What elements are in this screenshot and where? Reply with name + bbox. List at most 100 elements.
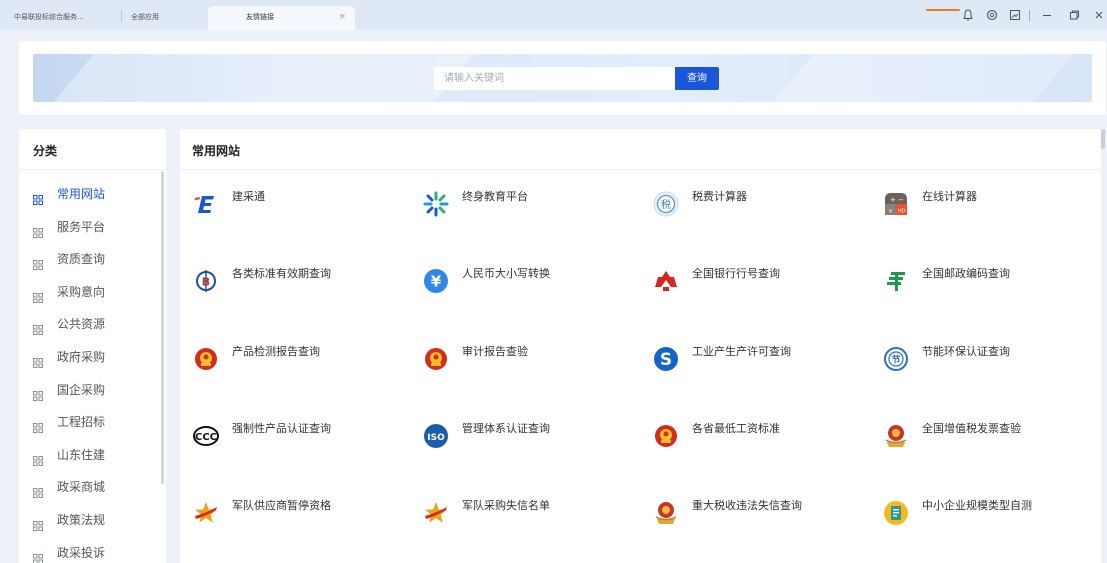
link-military-blacklist[interactable]: 军队采购失信名单 [422,499,642,539]
sidebar-item[interactable]: 国企采购 [33,378,153,402]
sidebar-item[interactable]: 政策法规 [33,508,153,532]
link-product-test-report[interactable]: 产品检测报告查询 [192,345,412,385]
sidebar-scrollbar[interactable] [161,171,164,484]
grid-icon [33,254,43,271]
divider [19,169,166,170]
minimize-icon[interactable] [1040,8,1054,22]
tax-emblem-icon [882,422,910,450]
link-label: 中小企业规模类型自测 [922,499,1032,512]
link-label: 各省最低工资标准 [692,422,780,435]
standard-logo-icon: B [192,267,220,295]
sidebar-item[interactable]: 公共资源 [33,312,153,336]
link-audit-report[interactable]: 审计报告查验 [422,345,642,385]
close-icon[interactable] [1092,8,1106,22]
link-label: 建采通 [232,190,265,203]
link-label: 审计报告查验 [462,345,528,358]
svg-text:ISO: ISO [427,433,445,443]
link-standard-validity[interactable]: B 各类标准有效期查询 [192,267,412,307]
link-label: 终身教育平台 [462,190,528,203]
sidebar-item-label: 公共资源 [57,317,106,332]
link-min-wage[interactable]: 各省最低工资标准 [652,422,872,462]
sidebar-item[interactable]: 资质查询 [33,247,153,271]
link-tax-calculator[interactable]: 税 税费计算器 [652,190,872,230]
link-jiancaitong[interactable]: 建采通 [192,190,412,230]
sidebar-item-label: 常用网站 [57,187,106,201]
svg-text:税: 税 [661,198,671,211]
main-scrollbar[interactable] [1101,129,1105,149]
link-postal-code[interactable]: 全国邮政编码查询 [882,267,1102,307]
tab-all-apps[interactable]: 全部应用 [131,6,159,30]
sidebar-item-label: 政府采购 [57,350,106,364]
link-label: 产品检测报告查询 [232,345,320,358]
sidebar-item-label: 政策法规 [57,513,106,527]
search-banner: 查询 [33,54,1092,102]
tab-friendly-links-label: 友情链接 [246,13,274,21]
grid-icon [33,189,43,205]
sidebar-item-label: 山东住建 [57,447,106,462]
svg-text:+: + [890,196,896,204]
link-label: 强制性产品认证查询 [232,422,331,435]
search-input[interactable] [434,67,675,90]
link-sme-scale-test[interactable]: 中小企业规模类型自测 [882,499,1102,539]
tab-zhongyilian[interactable]: 中易联投标综合服务... [14,6,84,30]
link-label: 人民币大小写转换 [462,267,550,280]
link-energy-saving-cert[interactable]: 节 节能环保认证查询 [882,345,1102,385]
sidebar-item-label: 国企采购 [57,382,106,397]
sidebar-item-label: 工程招标 [57,415,106,430]
link-ccc-cert[interactable]: CCC 强制性产品认证查询 [192,422,412,462]
sidebar-item[interactable]: 政采投诉 [33,541,153,563]
tab-friendly-links[interactable]: 友情链接 × [208,6,355,30]
link-rmb-conversion[interactable]: ¥ 人民币大小写转换 [422,267,642,307]
link-label: 节能环保认证查询 [922,345,1010,358]
banner-decoration [43,54,483,102]
grid-icon [33,482,43,499]
tab-divider [121,10,122,22]
link-vat-invoice[interactable]: 全国增值税发票查验 [882,422,1102,462]
ccc-logo-icon: CCC [192,422,220,450]
panel-title: 常用网站 [192,144,241,158]
postal-logo-icon [882,267,910,295]
tab-close-icon[interactable]: × [338,6,346,28]
link-production-license[interactable]: S 工业产生产许可查询 [652,345,872,385]
link-online-calculator[interactable]: + − × HD 在线计算器 [882,190,1102,230]
svg-text:−: − [898,196,904,204]
settings-icon[interactable] [985,8,999,22]
restore-icon[interactable] [1067,8,1081,22]
sidebar-item[interactable]: 服务平台 [33,215,153,239]
grid-icon [33,319,43,336]
bank-logo-icon [652,267,680,295]
national-emblem-icon [422,345,450,373]
link-label: 税费计算器 [692,190,747,203]
energy-saving-icon: 节 [882,345,910,373]
link-label: 军队采购失信名单 [462,499,550,512]
sidebar-item[interactable]: 政采商城 [33,475,153,499]
sidebar-item[interactable]: 政府采购 [33,345,153,369]
controls-divider [1029,10,1030,21]
sidebar-item[interactable]: 常用网站 [33,182,153,206]
link-bank-number[interactable]: 全国银行行号查询 [652,267,872,307]
link-military-supplier-suspension[interactable]: 军队供应商暂停资格 [192,499,412,539]
calculator-icon: + − × HD [882,190,910,218]
sidebar-item-label: 采购意向 [57,284,106,299]
svg-text:S: S [660,350,672,370]
national-emblem-icon [652,422,680,450]
highlight-indicator [926,9,960,11]
search-card: 查询 [19,41,1106,115]
link-lifelong-education[interactable]: 终身教育平台 [422,190,642,230]
bell-icon[interactable] [961,8,975,22]
link-iso-cert[interactable]: ISO 管理体系认证查询 [422,422,642,462]
tax-calculator-icon: 税 [652,190,680,218]
sidebar-item-label: 政采商城 [57,480,106,495]
link-label: 工业产生产许可查询 [692,345,791,358]
svg-text:HD: HD [898,209,906,215]
grid-icon [33,548,43,563]
link-tax-violation[interactable]: 重大税收违法失信查询 [652,499,872,539]
sidebar-item[interactable]: 工程招标 [33,410,153,434]
link-label: 在线计算器 [922,190,977,203]
screenshot-icon[interactable] [1008,8,1022,22]
sidebar-item[interactable]: 采购意向 [33,280,153,304]
search-button[interactable]: 查询 [675,67,719,90]
education-logo-icon [422,190,450,218]
sidebar-item[interactable]: 山东住建 [33,443,153,467]
sidebar-title: 分类 [33,144,58,158]
